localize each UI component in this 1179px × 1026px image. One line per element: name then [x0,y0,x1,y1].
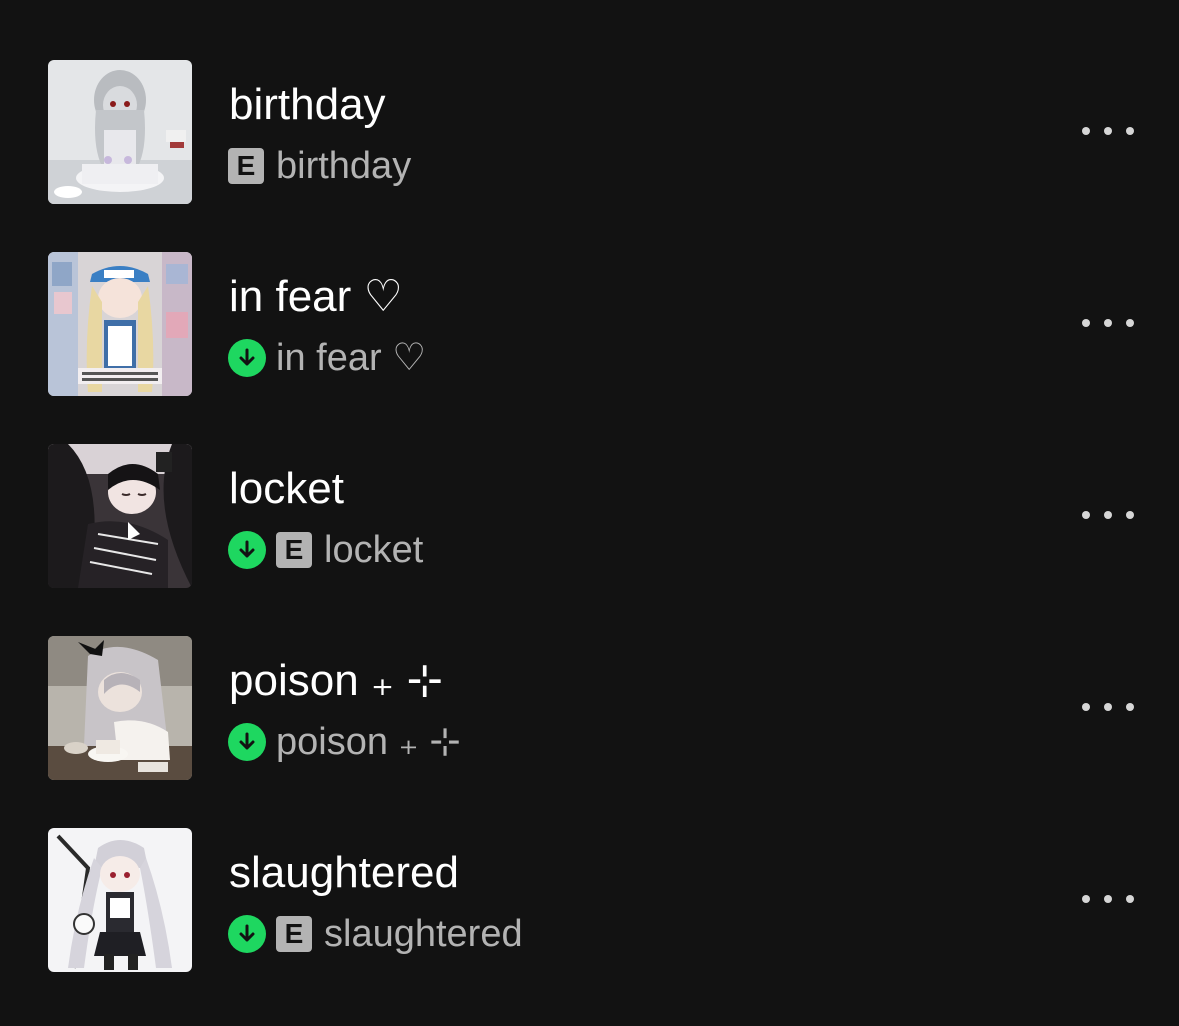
downloaded-icon [228,915,266,953]
dot-icon [1082,895,1090,903]
more-options-button[interactable] [1078,692,1138,722]
downloaded-icon [228,723,266,761]
album-artwork [48,60,192,204]
track-row-in-fear[interactable]: in fear ♡ in fear ♡ [0,192,1179,396]
dot-icon [1082,127,1090,135]
track-row-locket[interactable]: locket E locket [0,384,1179,588]
album-artwork [48,252,192,396]
dot-icon [1104,127,1112,135]
artist-name[interactable]: birthday [276,145,411,187]
track-meta: E locket [228,529,423,571]
artist-name[interactable]: poison ₊ ⊹ [276,721,461,763]
artist-name[interactable]: in fear ♡ [276,337,426,379]
track-row-birthday[interactable]: birthday E birthday [0,0,1179,204]
track-meta: E slaughtered [228,913,523,955]
dot-icon [1082,319,1090,327]
track-row-poison[interactable]: poison ₊ ⊹ poison ₊ ⊹ [0,576,1179,780]
dot-icon [1126,511,1134,519]
more-options-button[interactable] [1078,308,1138,338]
track-list: birthday E birthday in fear ♡ in fear ♡ … [0,0,1179,1026]
dot-icon [1082,511,1090,519]
more-options-button[interactable] [1078,116,1138,146]
track-meta: poison ₊ ⊹ [228,721,461,763]
track-title: birthday [229,80,386,129]
dot-icon [1126,127,1134,135]
explicit-badge: E [276,532,312,568]
explicit-badge: E [228,148,264,184]
album-artwork [48,444,192,588]
track-row-slaughtered[interactable]: slaughtered E slaughtered [0,768,1179,972]
album-artwork [48,636,192,780]
dot-icon [1104,511,1112,519]
track-meta: in fear ♡ [228,337,426,379]
more-options-button[interactable] [1078,884,1138,914]
dot-icon [1126,703,1134,711]
track-title: locket [229,464,344,513]
track-title: slaughtered [229,848,459,897]
dot-icon [1082,703,1090,711]
downloaded-icon [228,339,266,377]
dot-icon [1126,895,1134,903]
track-title: poison ₊ ⊹ [229,656,444,705]
track-meta: E birthday [228,145,411,187]
album-artwork [48,828,192,972]
downloaded-icon [228,531,266,569]
dot-icon [1126,319,1134,327]
track-title: in fear ♡ [229,272,403,321]
artist-name[interactable]: slaughtered [324,913,523,955]
dot-icon [1104,703,1112,711]
more-options-button[interactable] [1078,500,1138,530]
dot-icon [1104,319,1112,327]
explicit-badge: E [276,916,312,952]
dot-icon [1104,895,1112,903]
artist-name[interactable]: locket [324,529,423,571]
